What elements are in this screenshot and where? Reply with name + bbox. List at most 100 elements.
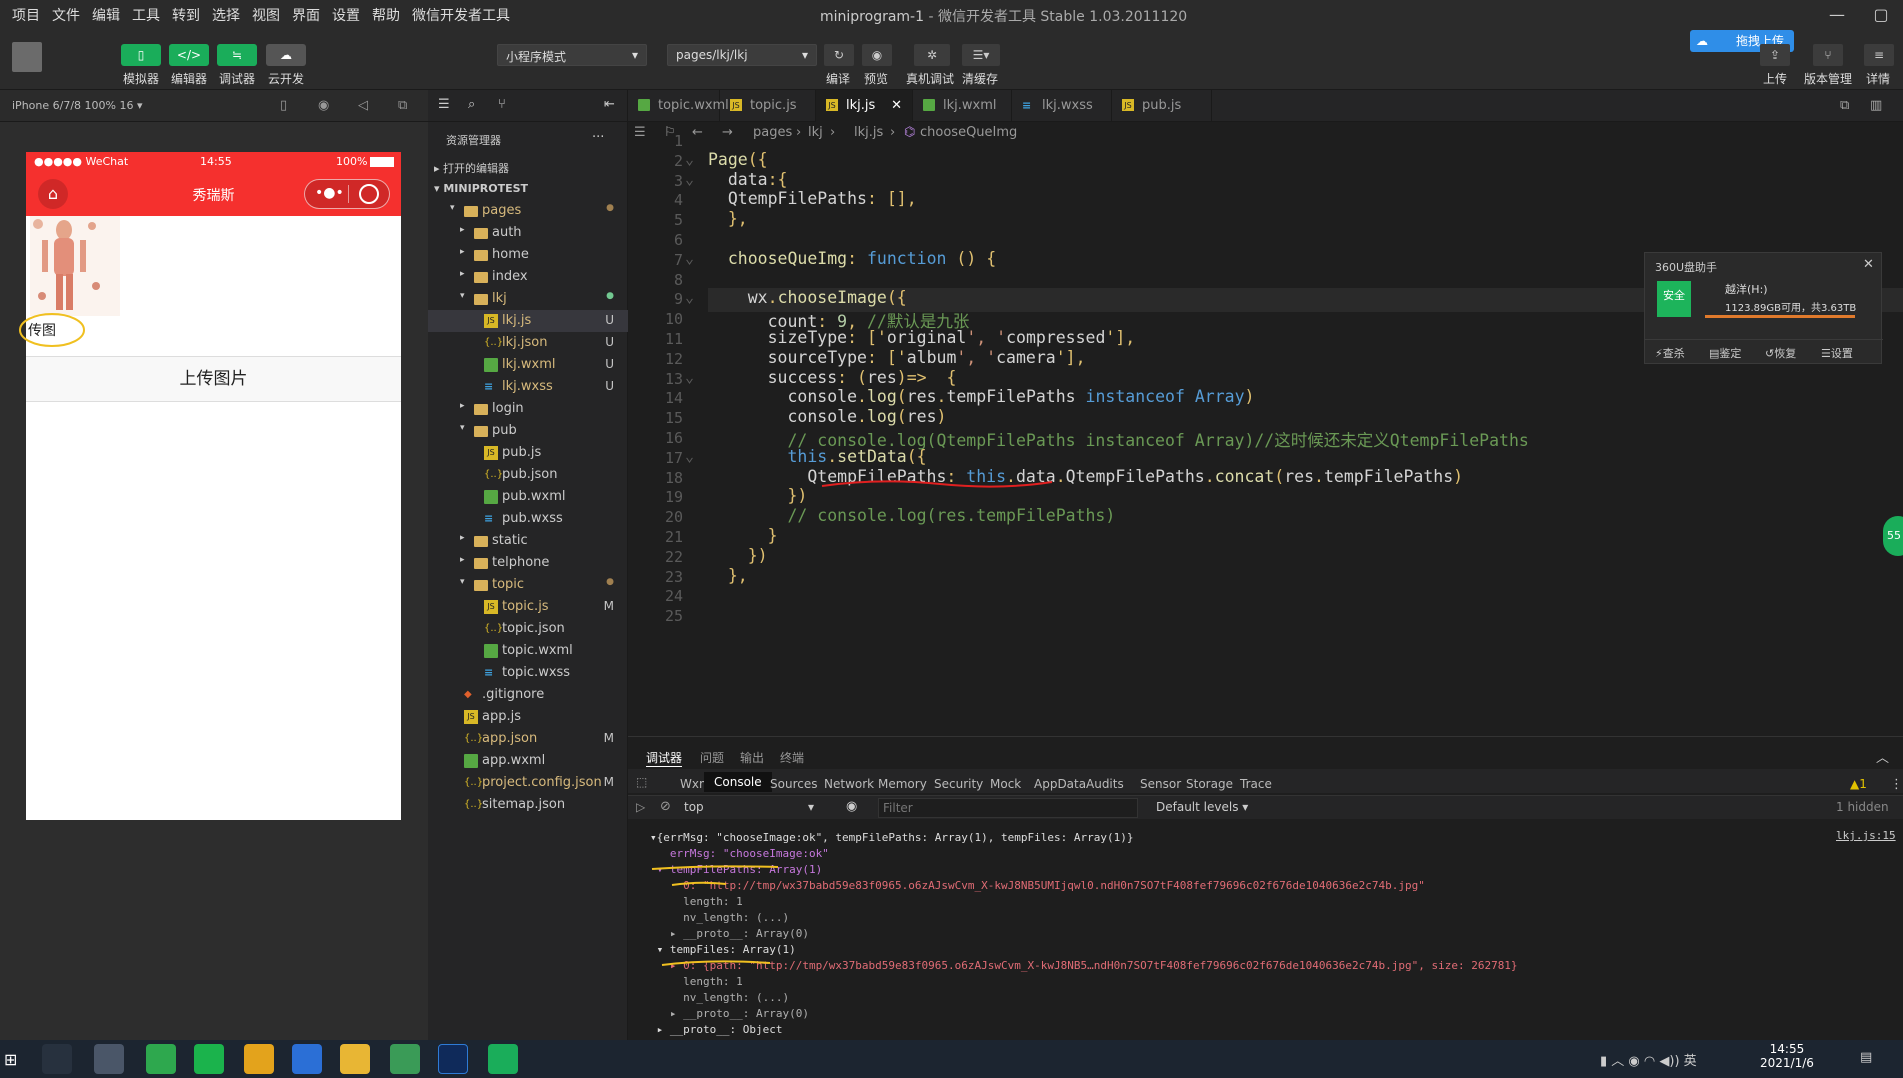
photoshop-icon[interactable]: [438, 1044, 468, 1074]
minimize-button[interactable]: —: [1815, 2, 1859, 28]
real-debug-button[interactable]: ✲: [914, 44, 950, 66]
details-button[interactable]: ≡: [1864, 44, 1894, 66]
floating-badge[interactable]: 55: [1883, 516, 1903, 556]
close-icon[interactable]: ✕: [891, 90, 902, 122]
close-mini-icon[interactable]: [359, 184, 379, 204]
word-icon[interactable]: [292, 1044, 322, 1074]
popout-icon[interactable]: ⧉: [398, 98, 407, 113]
editor-toggle[interactable]: </>: [169, 44, 209, 66]
browser-icon[interactable]: [146, 1044, 176, 1074]
tree-item[interactable]: topic.wxml: [428, 640, 628, 662]
collapse-panel-icon[interactable]: ⇤: [604, 97, 615, 112]
warning-count[interactable]: ▲1: [1850, 777, 1867, 791]
chevron-down-icon[interactable]: ⌄: [680, 170, 694, 188]
search-app-icon[interactable]: [42, 1044, 72, 1074]
phone-icon[interactable]: ▯: [280, 98, 287, 113]
layout-icon[interactable]: ▥: [1870, 98, 1882, 113]
tree-item[interactable]: lkj.wxml U: [428, 354, 628, 376]
menu-item[interactable]: 界面: [286, 5, 326, 25]
tree-item[interactable]: pub.wxml: [428, 486, 628, 508]
simulator-toggle[interactable]: ▯: [121, 44, 161, 66]
tree-item[interactable]: ◆ .gitignore: [428, 684, 628, 706]
project-section[interactable]: ▾ MINIPROTEST: [434, 182, 528, 195]
chevron-down-icon[interactable]: ⌄: [680, 447, 694, 465]
notepad-icon[interactable]: [390, 1044, 420, 1074]
breadcrumb-file[interactable]: lkj.js: [854, 125, 883, 140]
tree-item[interactable]: JS lkj.js U: [428, 310, 628, 332]
cloud-button[interactable]: ☁: [266, 44, 306, 66]
devtools-tab[interactable]: Sensor: [1140, 777, 1181, 791]
editor-tab[interactable]: lkj.wxml: [913, 90, 1012, 122]
action-identify[interactable]: ▤鉴定: [1709, 345, 1741, 361]
tree-item[interactable]: app.wxml: [428, 750, 628, 772]
debugger-toggle[interactable]: ≒: [217, 44, 257, 66]
chevron-down-icon[interactable]: ⌄: [680, 249, 694, 267]
menu-item[interactable]: 设置: [326, 5, 366, 25]
menu-item[interactable]: 转到: [166, 5, 206, 25]
tree-item[interactable]: ≡ lkj.wxss U: [428, 376, 628, 398]
breadcrumb-pages[interactable]: pages: [753, 125, 792, 140]
tree-item[interactable]: JS topic.js M: [428, 596, 628, 618]
devtools-tab[interactable]: Audits: [1086, 777, 1124, 791]
clock-area[interactable]: 14:55 2021/1/6: [1760, 1042, 1814, 1070]
volume-icon[interactable]: ◁: [358, 98, 368, 113]
menu-item[interactable]: 项目: [6, 5, 46, 25]
devtools-tab[interactable]: Memory: [878, 777, 927, 791]
tree-item[interactable]: ▸ home: [428, 244, 628, 266]
tree-item[interactable]: ▸ static: [428, 530, 628, 552]
action-scan[interactable]: ⚡查杀: [1655, 345, 1685, 361]
more-vertical-icon[interactable]: ⋮: [1890, 777, 1903, 792]
tree-item[interactable]: {..} project.config.json M: [428, 772, 628, 794]
tree-item[interactable]: {..} pub.json: [428, 464, 628, 486]
more-icon[interactable]: ···: [592, 130, 604, 145]
tree-item[interactable]: ▸ auth: [428, 222, 628, 244]
back-arrow-icon[interactable]: ←: [692, 125, 703, 140]
menu-item[interactable]: 编辑: [86, 5, 126, 25]
collapse-icon[interactable]: ︿: [1876, 747, 1889, 766]
breadcrumb-lkj[interactable]: lkj: [808, 125, 823, 140]
split-icon[interactable]: ⧉: [1840, 98, 1849, 113]
tree-item[interactable]: {..} topic.json: [428, 618, 628, 640]
devtools-tab[interactable]: Security: [934, 777, 983, 791]
devtools-tab[interactable]: Storage: [1186, 777, 1233, 791]
open-editors-section[interactable]: ▸ 打开的编辑器: [434, 160, 509, 176]
wechat-icon[interactable]: [488, 1044, 518, 1074]
tab-output[interactable]: 输出: [740, 749, 764, 766]
avatar[interactable]: [12, 42, 42, 72]
chevron-down-icon[interactable]: ⌄: [680, 368, 694, 386]
pycharm-icon[interactable]: [194, 1044, 224, 1074]
source-link[interactable]: lkj.js:15: [1836, 829, 1896, 842]
tree-item[interactable]: ▸ index: [428, 266, 628, 288]
clear-cache-button[interactable]: ☰▾: [962, 44, 1000, 66]
code-editor[interactable]: 1 2 ⌄ Page({3 ⌄ data:{4 QtempFilePaths: [], 5…: [628, 132, 1903, 736]
clear-icon[interactable]: ⊘: [660, 799, 671, 814]
devtools-tab[interactable]: Sources: [770, 777, 817, 791]
forward-arrow-icon[interactable]: →: [722, 125, 733, 140]
mode-select[interactable]: 小程序模式 ▾: [497, 44, 647, 66]
maximize-button[interactable]: ▢: [1859, 2, 1903, 28]
git-client-icon[interactable]: [244, 1044, 274, 1074]
tree-item[interactable]: ▾ lkj ●: [428, 288, 628, 310]
action-settings[interactable]: ☰设置: [1821, 345, 1853, 361]
menu-item[interactable]: 帮助: [366, 5, 406, 25]
inspect-icon[interactable]: ⬚: [636, 775, 647, 789]
devtools-tab[interactable]: Network: [824, 777, 874, 791]
menu-item[interactable]: 视图: [246, 5, 286, 25]
devtools-tab[interactable]: Console: [704, 772, 772, 792]
version-button[interactable]: ⑂: [1813, 44, 1843, 66]
wechat-devtools-icon[interactable]: [94, 1044, 124, 1074]
devtools-tab[interactable]: AppData: [1034, 777, 1086, 791]
record-icon[interactable]: ◉: [318, 98, 329, 113]
devtools-tab[interactable]: Trace: [1240, 777, 1272, 791]
sidebar-toggle-icon[interactable]: ▷: [636, 800, 645, 814]
tree-item[interactable]: {..} sitemap.json: [428, 794, 628, 816]
tree-item[interactable]: JS pub.js: [428, 442, 628, 464]
menu-item[interactable]: 选择: [206, 5, 246, 25]
page-select[interactable]: pages/lkj/lkj ▾: [667, 44, 817, 66]
editor-tab[interactable]: topic.wxml: [628, 90, 729, 122]
eye-icon[interactable]: ◉: [846, 799, 857, 814]
editor-tab[interactable]: JS lkj.js ✕: [816, 90, 913, 122]
devtools-tab[interactable]: Mock: [990, 777, 1021, 791]
menu-item[interactable]: 工具: [126, 5, 166, 25]
editor-tab[interactable]: ≡ lkj.wxss: [1012, 90, 1112, 122]
